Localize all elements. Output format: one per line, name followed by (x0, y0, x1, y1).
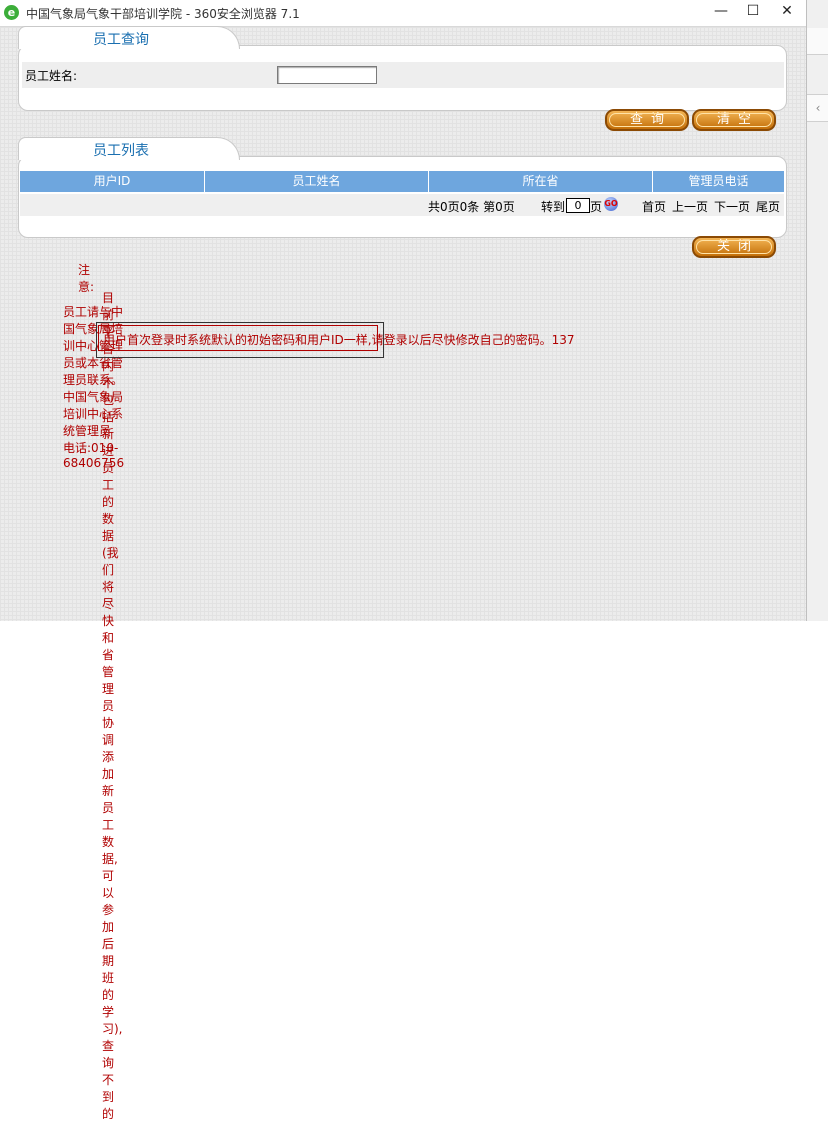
close-button[interactable]: 关闭 (692, 236, 776, 258)
pager-summary: 共0页0条 第0页 (428, 200, 515, 214)
query-button-highlight (609, 113, 685, 127)
list-panel-title: 员工列表 (93, 143, 149, 159)
column-province[interactable]: 所在省 (429, 171, 653, 192)
window-title: 中国气象局气象干部培训学院 - 360安全浏览器 7.1 (26, 7, 300, 21)
employee-list-panel: 员工列表 用户ID 员工姓名 所在省 管理员电话 共0页0条 第0页 转到 0 … (18, 137, 787, 238)
background-toolbar (807, 28, 828, 55)
notice-title: 注意: (78, 263, 95, 294)
last-page-link[interactable]: 尾页 (756, 198, 780, 215)
pager-row: 共0页0条 第0页 转到 0 页 GO 首页 上一页 下一页 尾页 (20, 194, 784, 216)
employee-name-input[interactable] (277, 66, 377, 84)
query-panel-title: 员工查询 (93, 32, 149, 48)
minimize-button[interactable]: — (704, 0, 738, 22)
table-header: 用户ID 员工姓名 所在省 管理员电话 (20, 171, 784, 192)
query-panel: 员工查询 员工姓名: (18, 26, 787, 111)
page-content: 员工查询 员工姓名: 查询 清空 员工列表 用户ID 员工姓名 所在省 管理员电… (0, 26, 806, 1121)
employee-name-label: 员工姓名: (25, 69, 78, 83)
goto-label: 转到 (541, 200, 566, 214)
list-panel-tab: 员工列表 (18, 137, 240, 160)
query-button[interactable]: 查询 (605, 109, 689, 131)
first-page-link[interactable]: 首页 (642, 198, 666, 215)
prev-page-link[interactable]: 上一页 (672, 198, 708, 215)
goto-page-input[interactable]: 0 (566, 198, 590, 213)
close-button-highlight (696, 240, 772, 254)
column-user-id[interactable]: 用户ID (20, 171, 205, 192)
ie-icon: e (4, 5, 19, 20)
page-unit-label: 页 (590, 200, 603, 214)
column-employee-name[interactable]: 员工姓名 (205, 171, 429, 192)
maximize-button[interactable]: ☐ (736, 0, 770, 22)
browser-title-bar: e 中国气象局气象干部培训学院 - 360安全浏览器 7.1 — ☐ ✕ (0, 0, 806, 27)
query-panel-tab: 员工查询 (18, 26, 240, 49)
close-window-button[interactable]: ✕ (770, 0, 804, 22)
background-tab: ‹ (807, 94, 828, 122)
notice-line-3: 用户首次登录时系统默认的初始密码和用户ID一样,请登录以后尽快修改自己的密码。1… (103, 333, 575, 347)
go-icon[interactable]: GO (604, 197, 618, 211)
search-row: 员工姓名: (22, 62, 784, 88)
next-page-link[interactable]: 下一页 (714, 198, 750, 215)
column-admin-phone[interactable]: 管理员电话 (653, 171, 784, 192)
clear-button[interactable]: 清空 (692, 109, 776, 131)
background-window-edge: ‹ (806, 0, 828, 621)
clear-button-highlight (696, 113, 772, 127)
